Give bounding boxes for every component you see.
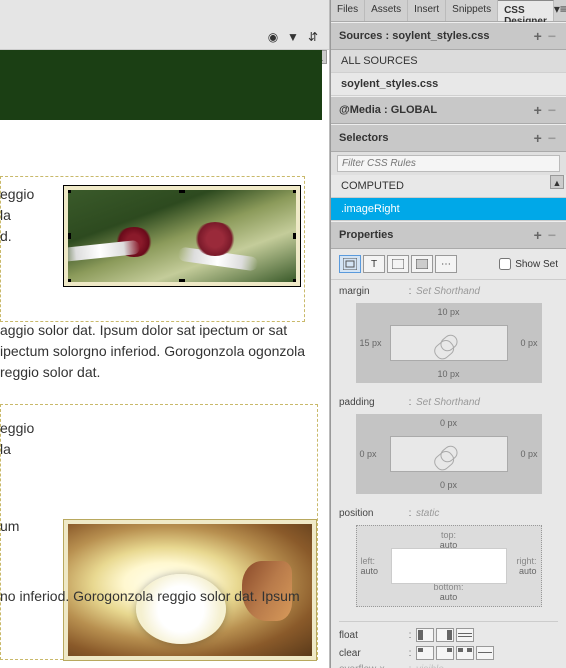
media-header[interactable]: @Media : GLOBAL + − <box>331 96 566 124</box>
border-category-icon[interactable] <box>387 255 409 273</box>
show-set-checkbox[interactable] <box>499 258 511 270</box>
overflowx-value[interactable]: visible <box>416 664 444 668</box>
more-category-icon[interactable]: ⋯ <box>435 255 457 273</box>
properties-label: Properties <box>339 229 393 241</box>
padding-right-value[interactable]: 0 px <box>520 449 537 459</box>
show-set-toggle[interactable]: Show Set <box>499 258 558 270</box>
float-label: float <box>339 630 404 641</box>
padding-left-value[interactable]: 0 px <box>360 449 377 459</box>
clear-right-icon[interactable] <box>436 646 454 660</box>
properties-body: margin : Set Shorthand 10 px 10 px 15 px… <box>331 280 566 668</box>
margin-left-value[interactable]: 15 px <box>360 338 382 348</box>
tab-css-designer[interactable]: CSS Designer <box>498 0 554 21</box>
panel-tabs: Files Assets Insert Snippets CSS Designe… <box>331 0 566 22</box>
background-category-icon[interactable] <box>411 255 433 273</box>
overflowx-row[interactable]: overflow-x : visible <box>339 664 558 668</box>
sources-label: Sources : <box>339 30 389 42</box>
padding-bottom-value[interactable]: 0 px <box>356 480 542 490</box>
selector-imageright[interactable]: .imageRight <box>331 198 566 221</box>
clear-label: clear <box>339 648 404 659</box>
tab-insert[interactable]: Insert <box>408 0 446 21</box>
margin-bottom-value[interactable]: 10 px <box>356 369 542 379</box>
add-media-button[interactable]: + <box>530 102 546 118</box>
source-selected[interactable]: soylent_styles.css <box>331 73 566 96</box>
sources-file: soylent_styles.css <box>392 30 489 42</box>
tab-files[interactable]: Files <box>331 0 365 21</box>
padding-top-value[interactable]: 0 px <box>356 418 542 428</box>
add-property-button[interactable]: + <box>530 227 546 243</box>
clear-none-icon[interactable] <box>476 646 494 660</box>
overflowx-label: overflow-x <box>339 664 404 668</box>
media-label: @Media : <box>339 104 388 116</box>
selectors-header[interactable]: Selectors + − <box>331 124 566 152</box>
padding-label: padding <box>339 397 404 408</box>
source-all[interactable]: ALL SOURCES <box>331 50 566 73</box>
body-paragraph-2[interactable]: no inferiod. Gorogonzola reggio solor da… <box>0 586 314 607</box>
margin-top-value[interactable]: 10 px <box>356 307 542 317</box>
sources-header[interactable]: Sources : soylent_styles.css + − <box>331 22 566 50</box>
media-value: GLOBAL <box>391 104 437 116</box>
margin-label: margin <box>339 286 404 297</box>
canvas[interactable]: ▲ eggio la d. aggio solor dat. Ipsum dol… <box>0 50 329 668</box>
selector-computed[interactable]: COMPUTED <box>331 175 566 198</box>
properties-header[interactable]: Properties + − <box>331 221 566 249</box>
margin-right-value[interactable]: 0 px <box>520 338 537 348</box>
link-icon[interactable] <box>437 332 460 354</box>
remove-selector-button[interactable]: − <box>546 130 558 146</box>
text-category-icon[interactable]: T <box>363 255 385 273</box>
body-text-2[interactable]: eggio la <box>0 418 34 460</box>
clear-both-icon[interactable] <box>456 646 474 660</box>
margin-box-model[interactable]: 10 px 10 px 15 px 0 px <box>356 303 542 383</box>
float-none-icon[interactable] <box>456 628 474 642</box>
remove-media-button[interactable]: − <box>546 102 558 118</box>
filter-icon[interactable]: ▼ <box>285 29 301 45</box>
body-paragraph[interactable]: aggio solor dat. Ipsum dolor sat ipectum… <box>0 320 310 383</box>
position-value[interactable]: static <box>416 508 439 519</box>
globe-icon[interactable]: ◉ <box>265 29 281 45</box>
add-source-button[interactable]: + <box>530 28 546 44</box>
css-designer-panel: Files Assets Insert Snippets CSS Designe… <box>330 0 566 668</box>
position-row[interactable]: position : static <box>339 508 558 519</box>
filter-input[interactable] <box>337 155 560 172</box>
padding-row[interactable]: padding : Set Shorthand <box>339 397 558 408</box>
editor-pane: ◉ ▼ ⇵ ▲ eggio la d. aggio solor dat. Ips… <box>0 0 330 668</box>
padding-shorthand[interactable]: Set Shorthand <box>416 397 480 408</box>
clear-left-icon[interactable] <box>416 646 434 660</box>
image-right-1[interactable] <box>64 186 300 286</box>
add-selector-button[interactable]: + <box>530 130 546 146</box>
padding-box-model[interactable]: 0 px 0 px 0 px 0 px <box>356 414 542 494</box>
tab-snippets[interactable]: Snippets <box>446 0 498 21</box>
position-label: position <box>339 508 404 519</box>
clear-row[interactable]: clear : <box>339 646 558 660</box>
remove-source-button[interactable]: − <box>546 28 558 44</box>
float-right-icon[interactable] <box>436 628 454 642</box>
body-text-3[interactable]: um <box>0 516 19 537</box>
editor-toolbar: ◉ ▼ ⇵ <box>0 0 329 50</box>
property-category-icons: T ⋯ Show Set <box>331 249 566 280</box>
filter-row <box>331 152 566 175</box>
tab-assets[interactable]: Assets <box>365 0 408 21</box>
margin-row[interactable]: margin : Set Shorthand <box>339 286 558 297</box>
sort-icon[interactable]: ⇵ <box>305 29 321 45</box>
panel-menu-icon[interactable]: ▾≡ <box>554 0 566 21</box>
link-icon[interactable] <box>437 443 460 465</box>
selectors-scroll-up[interactable]: ▲ <box>550 175 564 189</box>
layout-category-icon[interactable] <box>339 255 361 273</box>
float-left-icon[interactable] <box>416 628 434 642</box>
body-text[interactable]: eggio la d. <box>0 184 34 247</box>
float-row[interactable]: float : <box>339 621 558 642</box>
margin-shorthand[interactable]: Set Shorthand <box>416 286 480 297</box>
remove-property-button[interactable]: − <box>546 227 558 243</box>
position-box-model[interactable]: top:auto bottom:auto left:auto right:aut… <box>356 525 542 607</box>
selectors-label: Selectors <box>339 132 389 144</box>
header-banner <box>0 50 322 120</box>
